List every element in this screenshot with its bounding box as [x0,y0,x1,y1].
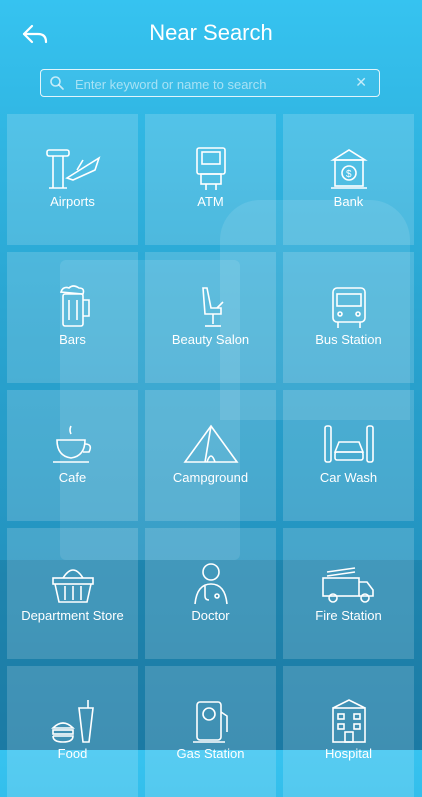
bank-icon: $ [329,149,368,189]
header: Near Search [0,0,422,66]
category-cafe[interactable]: Cafe [7,390,138,521]
category-label: Fire Station [315,608,382,623]
category-label: Cafe [58,470,87,485]
airport-icon [45,149,100,189]
bus-icon [331,287,366,328]
category-label: Hospital [325,746,372,761]
category-label: Beauty Salon [171,332,250,347]
category-beauty-salon[interactable]: Beauty Salon [145,252,276,383]
category-label: Bars [59,332,86,347]
category-hospital[interactable]: Hospital [283,666,414,797]
category-airports[interactable]: Airports [7,114,138,245]
category-label: Doctor [191,608,230,623]
tent-icon [182,424,239,463]
category-label: Bank [333,194,364,209]
search-bar[interactable]: ✕ [40,69,380,97]
food-icon [50,700,94,743]
category-atm[interactable]: ATM [145,114,276,245]
category-bars[interactable]: Bars [7,252,138,383]
category-label: Car Wash [319,470,378,485]
category-bus-station[interactable]: Bus Station [283,252,414,383]
atm-icon [195,147,226,190]
category-label: Campground [172,470,249,485]
shopping-basket-icon [51,569,94,603]
search-icon [50,76,64,90]
hospital-icon [331,699,366,743]
category-label: Bus Station [315,332,382,347]
category-label: Airports [50,194,95,209]
category-label: ATM [197,194,224,209]
clear-icon[interactable]: ✕ [355,74,367,91]
page-title: Near Search [149,20,273,45]
category-campground[interactable]: Campground [145,390,276,521]
category-label: Department Store [21,608,124,623]
fire-truck-icon [321,567,374,603]
category-fire-station[interactable]: Fire Station [283,528,414,659]
category-label: Food [57,746,88,761]
salon-chair-icon [201,287,224,327]
coffee-cup-icon [52,425,91,463]
doctor-icon [193,563,228,605]
gas-pump-icon [192,701,228,743]
category-label: Gas Station [176,746,245,761]
category-food[interactable]: Food [7,666,138,797]
category-doctor[interactable]: Doctor [145,528,276,659]
search-input[interactable] [73,72,347,96]
category-car-wash[interactable]: Car Wash [283,390,414,521]
svg-text:$: $ [346,169,352,180]
car-wash-icon [323,425,374,463]
category-gas-station[interactable]: Gas Station [145,666,276,797]
beer-icon [59,285,90,327]
category-bank[interactable]: $ Bank [283,114,414,245]
category-department-store[interactable]: Department Store [7,528,138,659]
